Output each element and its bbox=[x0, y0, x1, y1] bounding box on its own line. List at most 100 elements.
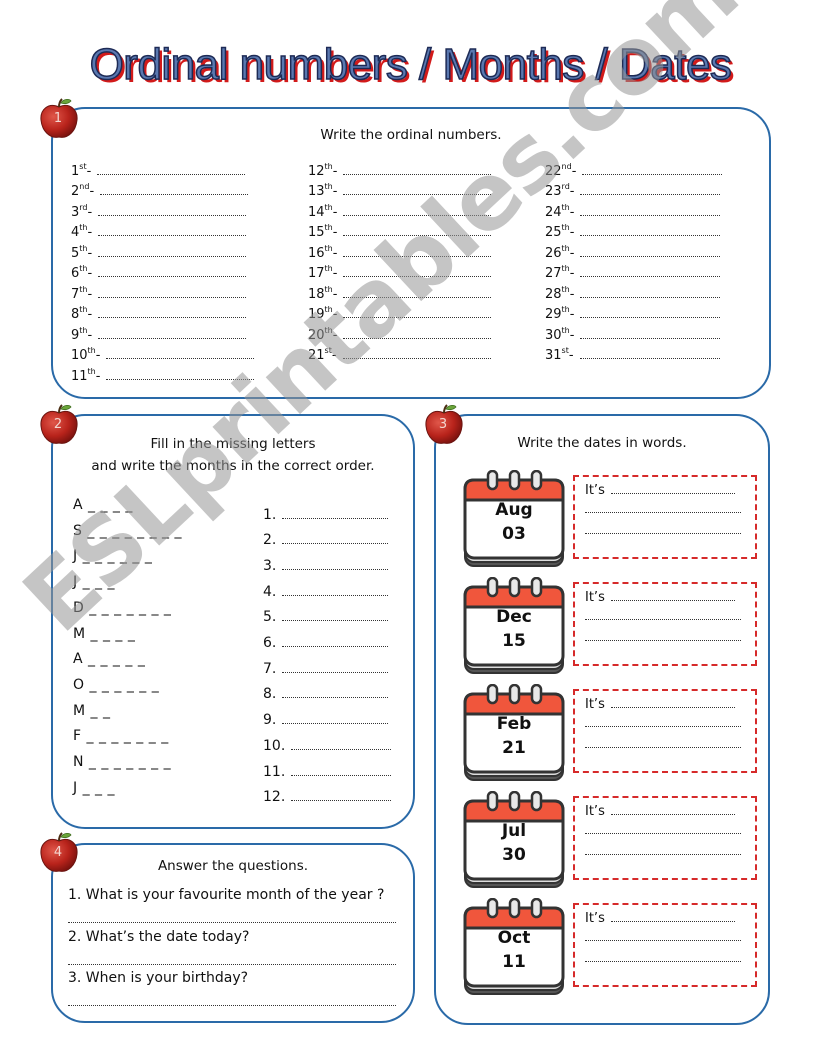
missing-letters-row[interactable]: J _ _ _ bbox=[73, 780, 115, 806]
answer-line[interactable] bbox=[585, 640, 741, 645]
answer-line[interactable] bbox=[580, 296, 721, 298]
answer-line[interactable] bbox=[291, 774, 392, 776]
answer-line[interactable] bbox=[343, 255, 492, 257]
answer-line[interactable] bbox=[100, 194, 249, 195]
date-answer-box[interactable]: It’s bbox=[573, 689, 757, 773]
ordinal-row: 5th - bbox=[71, 240, 254, 261]
ordinal-row: 22nd - bbox=[545, 158, 723, 179]
ordinal-suffix: rd bbox=[79, 202, 88, 212]
ordinal-row: 6th - bbox=[71, 261, 254, 281]
answer-line[interactable] bbox=[282, 594, 389, 596]
missing-letters-row[interactable]: M _ _ bbox=[73, 703, 110, 729]
date-answer-box[interactable]: It’s bbox=[573, 903, 757, 987]
answer-line[interactable] bbox=[585, 747, 741, 752]
missing-letters-row[interactable]: M _ _ _ _ bbox=[73, 626, 135, 652]
answer-line[interactable] bbox=[106, 358, 255, 359]
calendar-day: 15 bbox=[502, 631, 526, 651]
separator: - bbox=[87, 204, 93, 220]
answer-line[interactable] bbox=[98, 214, 247, 216]
answer-line[interactable]: It’s bbox=[585, 697, 735, 712]
answer-line[interactable] bbox=[585, 512, 741, 517]
answer-prefix: It’s bbox=[585, 911, 605, 926]
answer-line[interactable] bbox=[98, 276, 247, 277]
answer-line[interactable] bbox=[68, 963, 396, 965]
answer-line[interactable] bbox=[585, 533, 741, 538]
answer-line[interactable] bbox=[343, 296, 492, 298]
date-answer-box[interactable]: It’s bbox=[573, 796, 757, 880]
answer-line[interactable] bbox=[585, 961, 741, 966]
answer-line[interactable] bbox=[582, 173, 723, 175]
answer-line[interactable] bbox=[98, 255, 247, 257]
order-number: 3. bbox=[263, 557, 277, 574]
answer-line[interactable] bbox=[282, 620, 389, 622]
ordinal-label: 2nd bbox=[71, 182, 90, 199]
answer-line[interactable] bbox=[343, 194, 492, 195]
date-answer-box[interactable]: It’s bbox=[573, 475, 757, 559]
answer-line[interactable] bbox=[343, 235, 492, 236]
ordinal-label: 17th bbox=[308, 264, 333, 281]
answer-line[interactable] bbox=[106, 378, 255, 380]
answer-line[interactable] bbox=[68, 1005, 396, 1006]
missing-letters-row[interactable]: J _ _ _ bbox=[73, 574, 115, 600]
answer-line[interactable] bbox=[68, 922, 396, 923]
answer-line[interactable] bbox=[282, 671, 389, 673]
ordinal-label: 12th bbox=[308, 161, 333, 179]
answer-line[interactable] bbox=[580, 276, 721, 277]
missing-letters-row[interactable]: N _ _ _ _ _ _ _ bbox=[73, 754, 171, 780]
answer-line[interactable] bbox=[585, 726, 741, 731]
answer-line[interactable] bbox=[98, 317, 247, 318]
ordinal-suffix: th bbox=[79, 264, 88, 273]
separator: - bbox=[87, 225, 93, 240]
answer-prefix: It’s bbox=[585, 804, 605, 819]
answer-line[interactable] bbox=[98, 235, 247, 236]
answer-line[interactable] bbox=[282, 568, 389, 570]
date-answer-box[interactable]: It’s bbox=[573, 582, 757, 666]
answer-line[interactable] bbox=[343, 337, 492, 339]
answer-line[interactable] bbox=[579, 358, 720, 359]
missing-letters-row[interactable]: S _ _ _ _ _ _ _ _ bbox=[73, 523, 182, 549]
answer-line[interactable] bbox=[343, 214, 492, 216]
answer-line[interactable] bbox=[580, 317, 721, 318]
ordinal-suffix: th bbox=[561, 243, 570, 253]
answer-line[interactable] bbox=[580, 214, 721, 216]
answer-line[interactable] bbox=[98, 296, 247, 298]
missing-letters-row[interactable]: O _ _ _ _ _ _ bbox=[73, 677, 159, 703]
separator: - bbox=[332, 225, 338, 240]
missing-letters-row[interactable]: A _ _ _ _ _ bbox=[73, 651, 145, 677]
answer-line[interactable] bbox=[342, 358, 491, 359]
answer-line[interactable] bbox=[585, 940, 741, 945]
answer-line[interactable]: It’s bbox=[585, 483, 735, 498]
answer-line[interactable] bbox=[580, 337, 721, 339]
order-number: 2. bbox=[263, 532, 277, 549]
answer-line[interactable] bbox=[580, 194, 721, 195]
answer-line[interactable]: It’s bbox=[585, 804, 735, 819]
answer-line[interactable] bbox=[343, 173, 492, 175]
answer-line[interactable]: It’s bbox=[585, 590, 735, 605]
answer-line[interactable] bbox=[580, 235, 721, 236]
answer-line[interactable] bbox=[585, 854, 741, 859]
answer-line[interactable] bbox=[585, 833, 741, 838]
answer-line[interactable] bbox=[291, 800, 392, 802]
answer-line[interactable] bbox=[343, 317, 492, 318]
question-text: 1. What is your favourite month of the y… bbox=[68, 887, 385, 903]
separator: - bbox=[87, 327, 93, 343]
missing-letters-row[interactable]: A _ _ _ _ bbox=[73, 497, 133, 523]
month-order-row: 3. bbox=[263, 548, 389, 574]
answer-line[interactable] bbox=[98, 337, 247, 339]
missing-letters-row[interactable]: F _ _ _ _ _ _ _ bbox=[73, 728, 169, 754]
answer-line[interactable] bbox=[291, 748, 392, 750]
answer-line[interactable] bbox=[282, 517, 389, 519]
answer-line[interactable] bbox=[585, 619, 741, 624]
answer-line[interactable] bbox=[97, 173, 246, 175]
answer-line[interactable] bbox=[282, 697, 389, 699]
answer-line[interactable] bbox=[282, 646, 389, 647]
answer-line[interactable] bbox=[343, 276, 492, 277]
separator: - bbox=[569, 266, 575, 281]
missing-letters-row[interactable]: J _ _ _ _ _ _ bbox=[73, 548, 152, 574]
missing-letters-row[interactable]: D _ _ _ _ _ _ _ bbox=[73, 600, 171, 626]
answer-line[interactable] bbox=[282, 543, 389, 545]
answer-line[interactable] bbox=[580, 255, 721, 257]
ordinal-row: 1st - bbox=[71, 158, 254, 179]
answer-line[interactable]: It’s bbox=[585, 911, 735, 926]
answer-line[interactable] bbox=[282, 723, 389, 725]
